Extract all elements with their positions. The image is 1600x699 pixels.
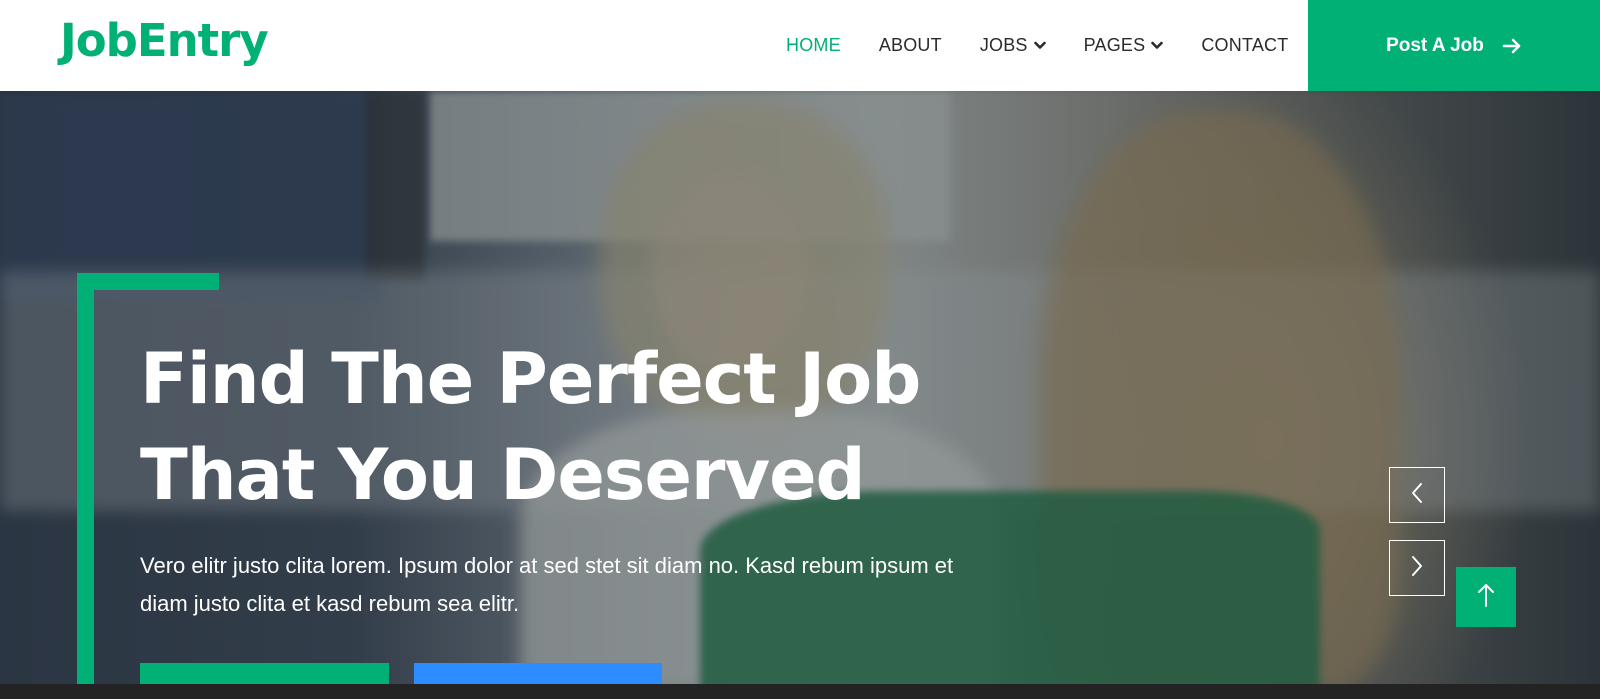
- nav-item-home[interactable]: HOME: [786, 35, 841, 56]
- hero-title-line-1: Find The Perfect Job: [140, 338, 921, 420]
- nav-item-label: JOBS: [979, 35, 1028, 55]
- post-job-label: Post A Job: [1386, 34, 1484, 56]
- back-to-top-button[interactable]: [1456, 567, 1516, 627]
- arrow-right-icon: [1502, 38, 1522, 54]
- arrow-up-icon: [1477, 582, 1495, 613]
- main-nav: HOME ABOUT JOBS PAGES CONTACT: [786, 0, 1288, 91]
- chevron-left-icon: [1409, 481, 1425, 510]
- navbar: JobEntry HOME ABOUT JOBS PAGES CONTACT P…: [0, 0, 1600, 91]
- carousel-next-button[interactable]: [1389, 540, 1445, 596]
- post-job-button[interactable]: Post A Job: [1308, 0, 1600, 91]
- hero-carousel: Find The Perfect Job That You Deserved V…: [0, 91, 1600, 684]
- hero-accent-bar-top: [77, 273, 219, 290]
- chevron-down-icon: [1033, 41, 1046, 50]
- hero-description: Vero elitr justo clita lorem. Ipsum dolo…: [140, 553, 954, 616]
- nav-item-label: PAGES: [1083, 35, 1146, 55]
- hero-title-line-2: That You Deserved: [140, 434, 866, 516]
- hero-accent-bar: [77, 273, 94, 684]
- hero-secondary-button[interactable]: [414, 663, 662, 684]
- hero-title: Find The Perfect Job That You Deserved: [140, 331, 1040, 523]
- chevron-right-icon: [1409, 554, 1425, 583]
- carousel-prev-button[interactable]: [1389, 467, 1445, 523]
- chevron-down-icon: [1151, 41, 1164, 50]
- brand-logo[interactable]: JobEntry: [60, 14, 269, 67]
- nav-item-about[interactable]: ABOUT: [879, 35, 942, 56]
- page-bottom-strip: [0, 684, 1600, 699]
- hero-primary-button[interactable]: [140, 663, 389, 684]
- nav-item-label: HOME: [786, 35, 841, 55]
- nav-item-pages[interactable]: PAGES: [1084, 35, 1164, 56]
- nav-item-jobs[interactable]: JOBS: [980, 35, 1046, 56]
- nav-item-label: ABOUT: [878, 35, 942, 55]
- nav-item-contact[interactable]: CONTACT: [1201, 35, 1288, 56]
- nav-item-label: CONTACT: [1201, 35, 1289, 55]
